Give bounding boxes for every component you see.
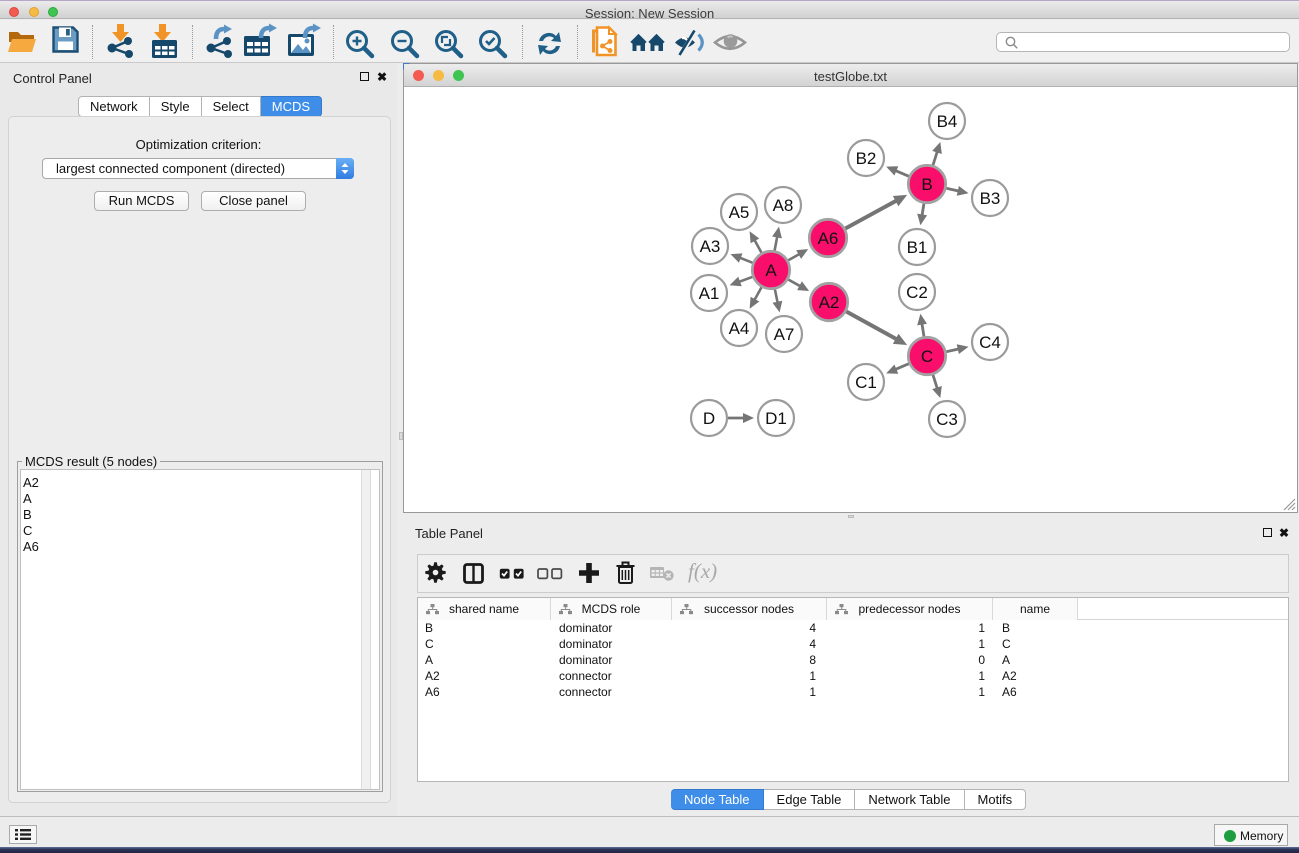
svg-text:A1: A1 — [699, 284, 720, 303]
svg-text:B1: B1 — [907, 238, 928, 257]
svg-text:B3: B3 — [980, 189, 1001, 208]
svg-text:D: D — [703, 409, 715, 428]
svg-text:A2: A2 — [819, 293, 840, 312]
svg-text:B2: B2 — [856, 149, 877, 168]
svg-text:A7: A7 — [774, 325, 795, 344]
svg-text:A: A — [765, 261, 777, 280]
svg-text:C1: C1 — [855, 373, 877, 392]
svg-text:D1: D1 — [765, 409, 787, 428]
svg-text:A4: A4 — [729, 319, 750, 338]
svg-text:A6: A6 — [818, 229, 839, 248]
svg-text:A3: A3 — [700, 237, 721, 256]
svg-text:C2: C2 — [906, 283, 928, 302]
svg-text:A5: A5 — [729, 203, 750, 222]
svg-text:C3: C3 — [936, 410, 958, 429]
svg-text:C: C — [921, 347, 933, 366]
svg-text:C4: C4 — [979, 333, 1001, 352]
svg-text:B4: B4 — [937, 112, 958, 131]
svg-text:A8: A8 — [773, 196, 794, 215]
svg-text:B: B — [921, 175, 932, 194]
